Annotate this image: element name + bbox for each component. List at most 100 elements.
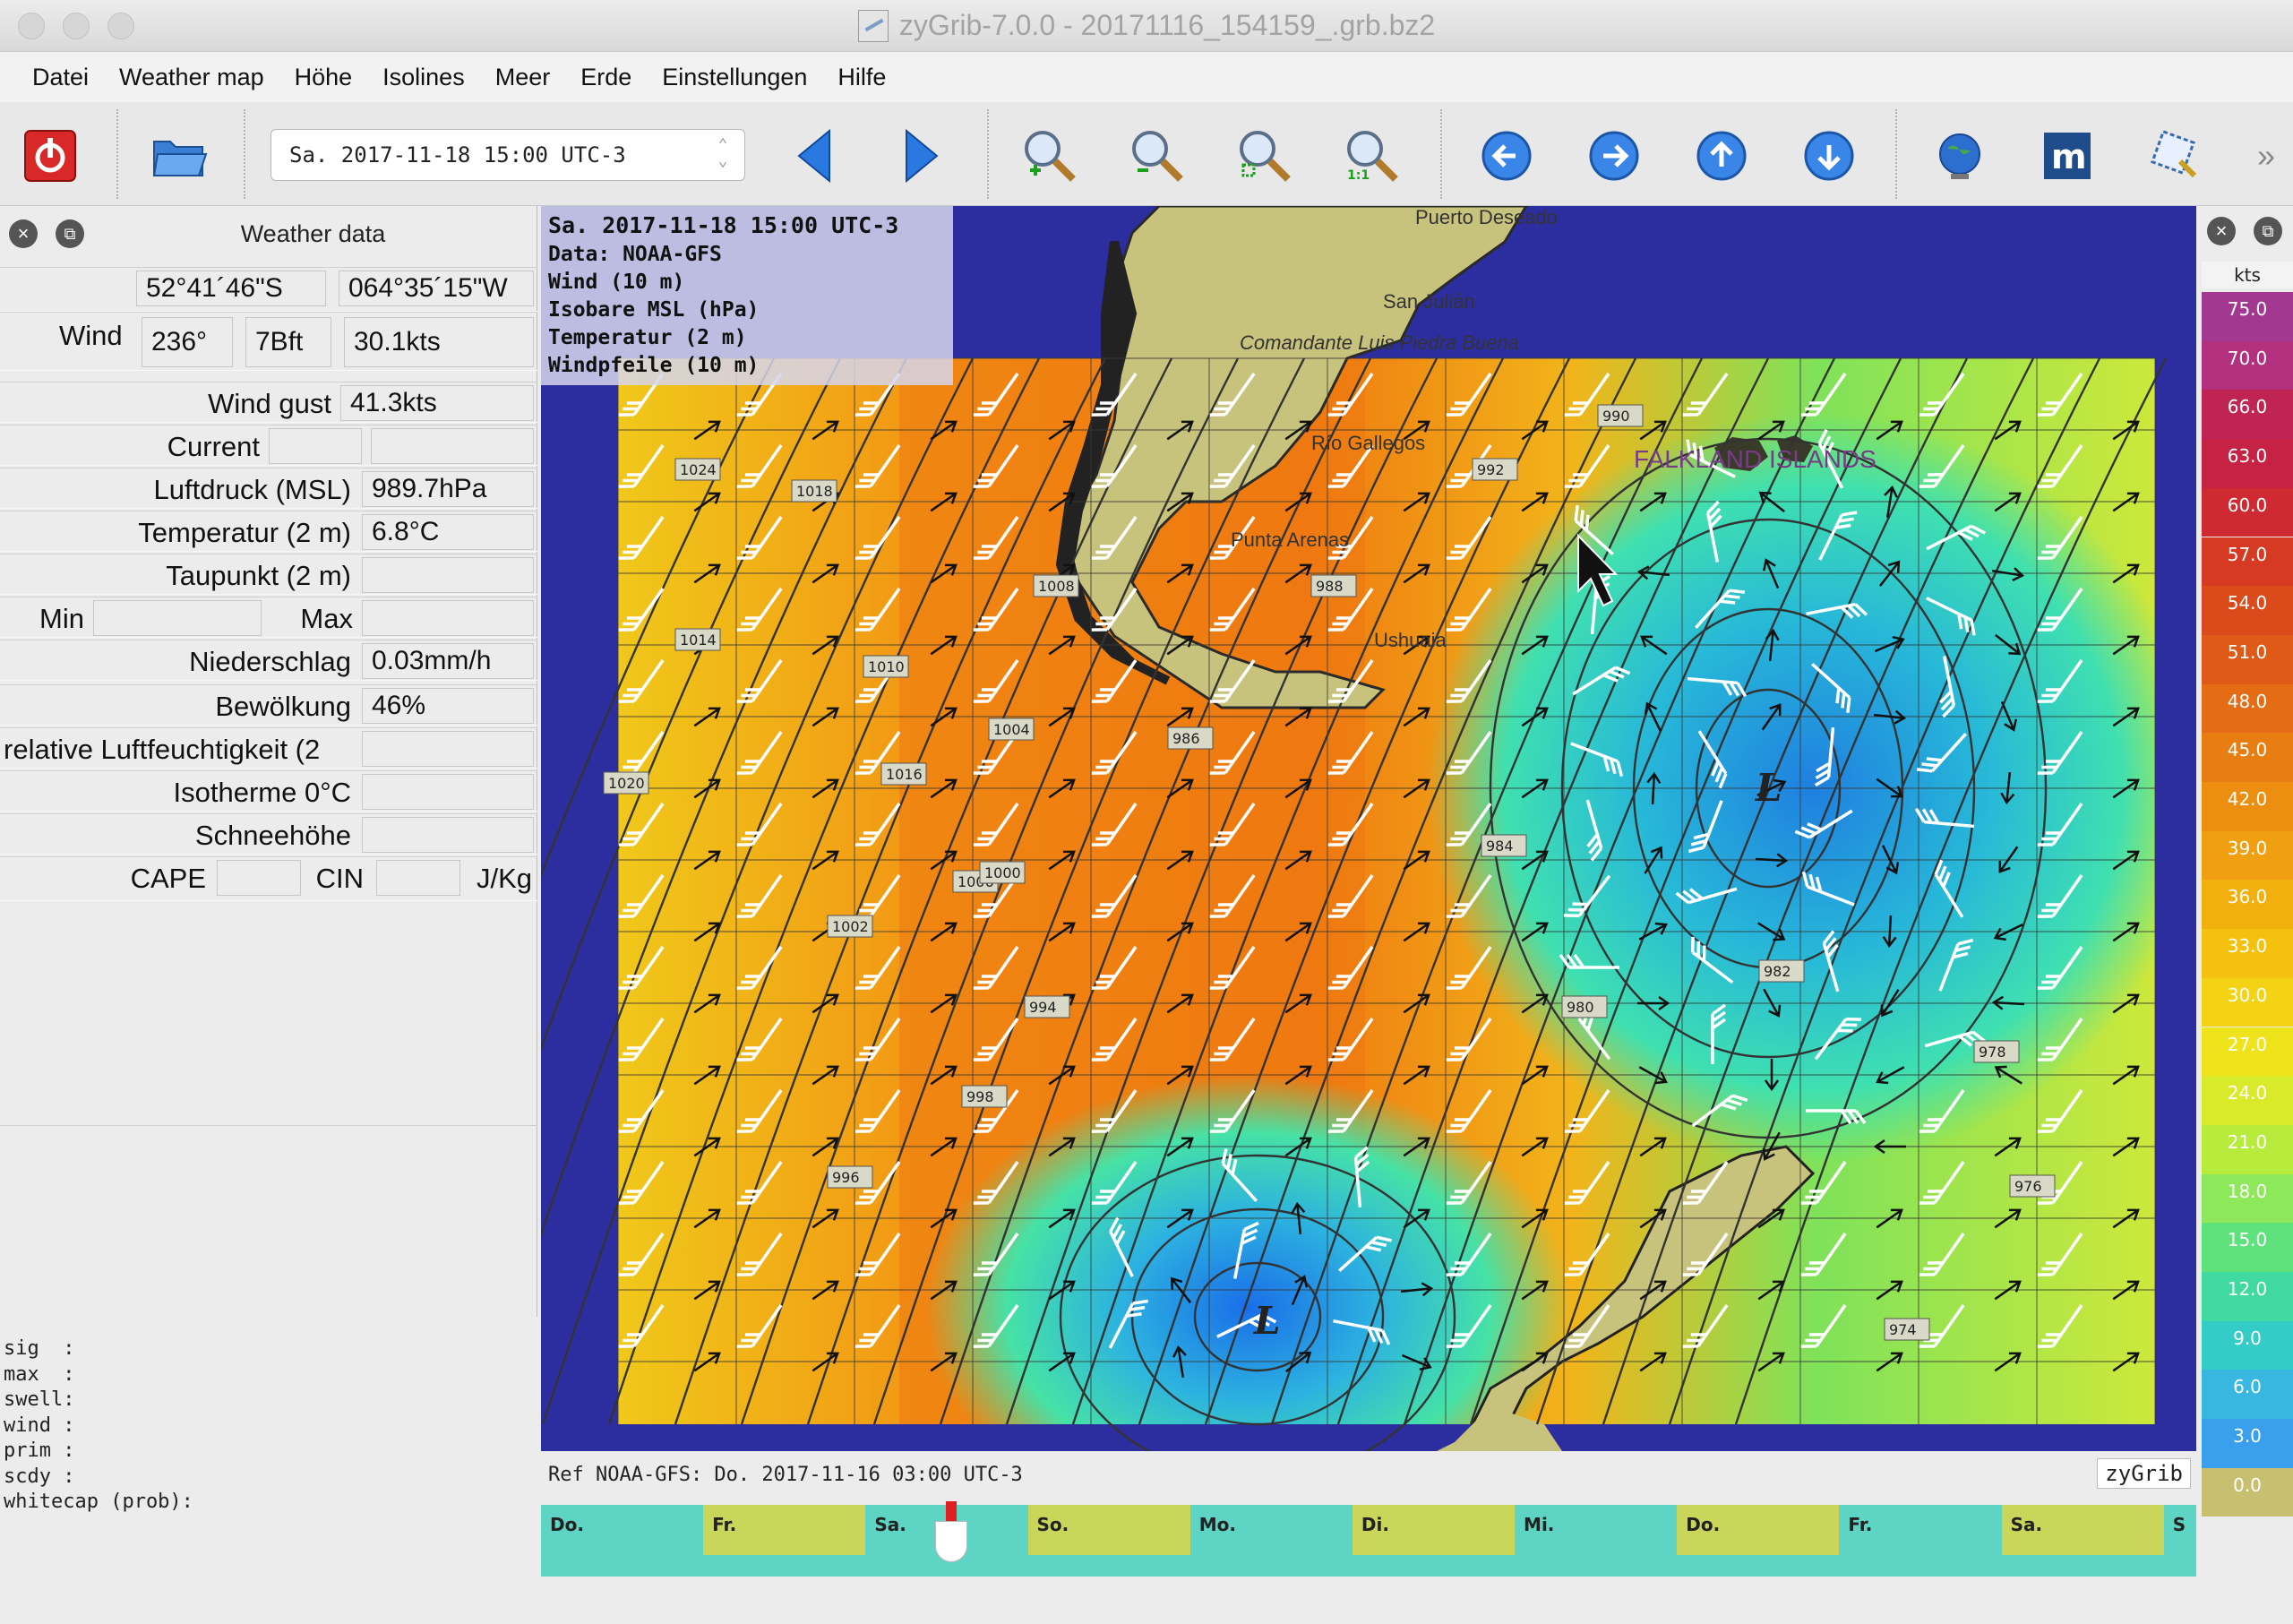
max-value — [362, 600, 534, 636]
forecast-date-select[interactable]: Sa. 2017-11-18 15:00 UTC-3 ⌃ ⌄ — [271, 129, 745, 181]
wind-bft-value: 7Bft — [245, 317, 331, 367]
close-panel-icon[interactable]: × — [9, 219, 38, 248]
pressure-label: 990 — [1602, 408, 1630, 425]
timeline-day[interactable]: So. — [1027, 1505, 1190, 1555]
map-info-line: Sa. 2017-11-18 15:00 UTC-3 — [548, 212, 898, 238]
map-info-line: Data: NOAA-GFS — [548, 243, 722, 266]
menu-meer[interactable]: Meer — [495, 64, 551, 91]
place-label: FALKLAND ISLANDS — [1634, 445, 1876, 473]
wave-data-text: sig : max : swell: wind : prim : scdy : … — [4, 1337, 193, 1513]
pressure-label: 1016 — [886, 766, 923, 783]
current-value-2 — [371, 428, 534, 464]
pressure-label: 1000 — [984, 864, 1021, 881]
scale-value: 12.0 — [2202, 1272, 2293, 1321]
pressure-label: 1018 — [796, 483, 833, 500]
power-icon[interactable] — [21, 127, 79, 185]
reference-bar: Ref NOAA-GFS: Do. 2017-11-16 03:00 UTC-3… — [541, 1451, 2196, 1501]
pan-up-icon[interactable] — [1693, 127, 1750, 185]
select-area-icon[interactable] — [2146, 127, 2203, 185]
menu-datei[interactable]: Datei — [32, 64, 89, 91]
float-scale-icon[interactable]: ⧉ — [2254, 217, 2282, 245]
menu-weather-map[interactable]: Weather map — [119, 64, 264, 91]
scale-value: 51.0 — [2202, 634, 2293, 684]
pressure-label: 984 — [1486, 838, 1514, 855]
meteoblue-icon[interactable]: m — [2039, 127, 2096, 185]
pressure-label: 994 — [1029, 999, 1057, 1016]
pan-right-icon[interactable] — [1585, 127, 1643, 185]
scale-value: 48.0 — [2202, 683, 2293, 734]
menu-hilfe[interactable]: Hilfe — [837, 64, 886, 91]
min-label: Min — [39, 603, 84, 634]
pressure-label: 974 — [1889, 1321, 1917, 1338]
close-window-icon[interactable] — [18, 13, 45, 39]
low-pressure-marker: L — [1755, 766, 1782, 810]
menu-erde[interactable]: Erde — [580, 64, 631, 91]
forecast-date-value: Sa. 2017-11-18 15:00 UTC-3 — [289, 142, 626, 168]
timeline-day[interactable]: Mo. — [1189, 1505, 1353, 1555]
scale-value: 33.0 — [2202, 929, 2293, 978]
cloud-cover-value: 46% — [362, 688, 534, 724]
wind-label: Wind — [59, 320, 123, 351]
precipitation-value: 0.03mm/h — [362, 643, 534, 679]
temperature-label: Temperatur (2 m) — [138, 517, 351, 548]
zoom-out-icon[interactable] — [1129, 127, 1186, 185]
zoom-in-icon[interactable] — [1021, 127, 1078, 185]
open-folder-icon[interactable] — [150, 127, 208, 185]
date-spinner-icon[interactable]: ⌃ ⌄ — [712, 137, 734, 173]
pressure-label: 1014 — [680, 632, 717, 649]
reference-text: Ref NOAA-GFS: Do. 2017-11-16 03:00 UTC-3 — [548, 1464, 1023, 1486]
menu-hoehe[interactable]: Höhe — [295, 64, 353, 91]
scale-value: 15.0 — [2202, 1223, 2293, 1272]
place-label: Ushuaia — [1374, 629, 1447, 651]
menu-einstellungen[interactable]: Einstellungen — [662, 64, 807, 91]
minimize-window-icon[interactable] — [63, 13, 90, 39]
map-info-line: Wind (10 m) — [548, 271, 684, 294]
float-panel-icon[interactable]: ⧉ — [56, 219, 84, 248]
globe-icon[interactable] — [1931, 127, 1988, 185]
pressure-label: 976 — [2014, 1178, 2042, 1195]
toolbar: Sa. 2017-11-18 15:00 UTC-3 ⌃ ⌄ 1:1 m » — [0, 102, 2293, 206]
pressure-label: 986 — [1172, 730, 1200, 747]
dewpoint-label: Taupunkt (2 m) — [166, 560, 351, 591]
pressure-label: 992 — [1477, 461, 1505, 478]
scale-value: 54.0 — [2202, 586, 2293, 635]
prev-forecast-icon[interactable] — [786, 127, 844, 185]
timeline-day[interactable]: Mi. — [1515, 1505, 1678, 1555]
pressure-label: 980 — [1567, 999, 1594, 1016]
timeline-day[interactable]: Do. — [1677, 1505, 1840, 1555]
timeline-day[interactable]: Fr. — [703, 1505, 866, 1555]
precipitation-label: Niederschlag — [189, 646, 351, 677]
cin-label: CIN — [315, 863, 364, 894]
zoom-1to1-icon[interactable]: 1:1 — [1344, 127, 1401, 185]
timeline-day[interactable]: Di. — [1352, 1505, 1516, 1555]
map-field: 1024101810141020101610101008100410061002… — [541, 206, 2196, 1451]
map-border-bottom — [541, 1424, 2196, 1451]
close-scale-icon[interactable]: × — [2207, 217, 2236, 245]
maximize-window-icon[interactable] — [107, 13, 134, 39]
pressure-label: Luftdruck (MSL) — [153, 474, 351, 505]
brand-label: zyGrib — [2097, 1458, 2191, 1489]
timeline-day[interactable]: Fr. — [1839, 1505, 2002, 1555]
cloud-cover-label: Bewölkung — [215, 691, 351, 722]
menu-bar: Datei Weather map Höhe Isolines Meer Erd… — [0, 52, 2293, 102]
temperature-value: 6.8°C — [362, 514, 534, 550]
scale-value: 18.0 — [2202, 1173, 2293, 1224]
timeline-day[interactable]: Sa. — [2001, 1505, 2164, 1555]
scale-value: 63.0 — [2202, 439, 2293, 488]
pan-down-icon[interactable] — [1800, 127, 1858, 185]
place-label: Punta Arenas — [1231, 528, 1349, 551]
weather-map[interactable]: 1024 1018 1014 1020 1016 1010 1008 1004 1006 1002… — [541, 206, 2196, 1451]
next-forecast-icon[interactable] — [892, 127, 949, 185]
forecast-timeline[interactable]: Do. Fr. Sa. So. Mo. Di. Mi. Do. Fr. Sa. S — [541, 1501, 2293, 1577]
scale-value: 66.0 — [2202, 390, 2293, 440]
more-icon[interactable]: » — [2246, 127, 2286, 185]
pressure-label: 998 — [966, 1088, 994, 1105]
zoom-fit-icon[interactable] — [1236, 127, 1293, 185]
timeline-day[interactable]: Do. — [541, 1505, 704, 1555]
pan-left-icon[interactable] — [1478, 127, 1535, 185]
timeline-slider-handle[interactable] — [935, 1521, 967, 1562]
place-label: Comandante Luis Piedra Buena — [1240, 331, 1519, 354]
scale-unit: kts — [2202, 262, 2293, 288]
scale-value: 30.0 — [2202, 977, 2293, 1027]
menu-isolines[interactable]: Isolines — [382, 64, 465, 91]
